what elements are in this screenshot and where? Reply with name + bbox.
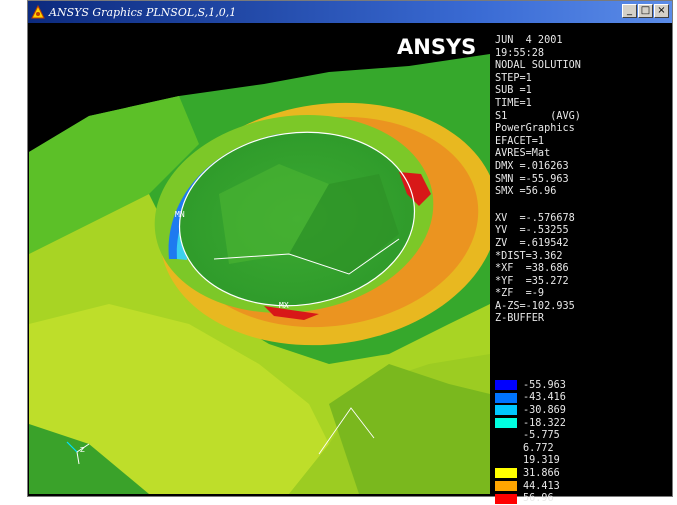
scale-swatch bbox=[495, 392, 517, 403]
scale-row: 44.413 bbox=[495, 480, 670, 493]
scale-value: 19.319 bbox=[523, 455, 560, 467]
scale-value: 6.772 bbox=[523, 442, 554, 454]
view-line: YV =-.53255 bbox=[495, 225, 569, 237]
scale-swatch bbox=[495, 405, 517, 416]
scale-row: 31.866 bbox=[495, 467, 670, 480]
scale-swatch bbox=[495, 418, 517, 429]
scale-value: 31.866 bbox=[523, 467, 560, 479]
info-line: SMX =56.96 bbox=[495, 186, 557, 198]
scale-row: -18.322 bbox=[495, 417, 670, 430]
view-line: *XF =38.686 bbox=[495, 263, 569, 275]
restore-button[interactable]: □ bbox=[638, 4, 653, 18]
scale-row: -30.869 bbox=[495, 404, 670, 417]
scale-row: 6.772 bbox=[495, 442, 670, 455]
view-line: ZV =.619542 bbox=[495, 237, 569, 249]
scale-row: -43.416 bbox=[495, 392, 670, 405]
ansys-graphics-window: ANSYS Graphics PLNSOL,S,1,0,1 _ □ × MN M… bbox=[27, 0, 673, 504]
info-line: JUN 4 2001 bbox=[495, 35, 563, 46]
scale-value: 44.413 bbox=[523, 480, 560, 492]
scale-swatch bbox=[495, 455, 517, 466]
scale-swatch bbox=[495, 443, 517, 454]
info-line: PowerGraphics bbox=[495, 123, 575, 135]
graphics-viewport[interactable]: MN MX Z ANSYS bbox=[29, 24, 490, 494]
scale-swatch bbox=[495, 493, 517, 504]
info-line: STEP=1 bbox=[495, 72, 532, 84]
info-line: 19:55:28 bbox=[495, 47, 545, 59]
ansys-app-icon bbox=[31, 5, 45, 19]
window-controls: _ □ × bbox=[622, 4, 669, 18]
view-line: Z-BUFFER bbox=[495, 313, 545, 325]
info-line: SUB =1 bbox=[495, 85, 532, 97]
scale-value: -30.869 bbox=[523, 404, 566, 416]
scale-row: 19.319 bbox=[495, 455, 670, 468]
view-line: *YF =35.272 bbox=[495, 275, 569, 287]
info-line: NODAL SOLUTION bbox=[495, 60, 581, 72]
scale-row: -5.775 bbox=[495, 429, 670, 442]
minimize-button[interactable]: _ bbox=[622, 4, 637, 18]
scale-swatch bbox=[495, 481, 517, 492]
info-line: DMX =.016263 bbox=[495, 160, 569, 172]
info-line: EFACET=1 bbox=[495, 135, 545, 147]
scale-value: -5.775 bbox=[523, 430, 560, 442]
close-button[interactable]: × bbox=[654, 4, 669, 18]
ansys-logo: ANSYS bbox=[397, 35, 476, 59]
scale-row: 56.96 bbox=[495, 492, 670, 505]
min-marker-label: MN bbox=[175, 210, 185, 219]
svg-text:Z: Z bbox=[80, 446, 85, 454]
view-line: *DIST=3.362 bbox=[495, 250, 563, 262]
view-line: A-ZS=-102.935 bbox=[495, 300, 575, 312]
scale-swatch bbox=[495, 430, 517, 441]
view-line: XV =-.576678 bbox=[495, 212, 575, 224]
scale-row: -55.963 bbox=[495, 379, 670, 392]
info-line: S1 (AVG) bbox=[495, 110, 581, 122]
title-bar[interactable]: ANSYS Graphics PLNSOL,S,1,0,1 _ □ × bbox=[28, 1, 672, 23]
scale-value: -18.322 bbox=[523, 417, 566, 429]
scale-swatch bbox=[495, 380, 517, 391]
info-line: SMN =-55.963 bbox=[495, 173, 569, 185]
scale-swatch bbox=[495, 468, 517, 479]
contour-color-scale: -55.963 -43.416 -30.869 -18.322 -5.775 6.772 1… bbox=[495, 379, 670, 505]
info-line: AVRES=Mat bbox=[495, 148, 551, 160]
view-line: *ZF =-9 bbox=[495, 288, 545, 300]
scale-value: -43.416 bbox=[523, 392, 566, 404]
scale-value: -55.963 bbox=[523, 379, 566, 391]
window-title: ANSYS Graphics PLNSOL,S,1,0,1 bbox=[49, 5, 237, 19]
max-marker-label: MX bbox=[279, 301, 289, 310]
info-line: TIME=1 bbox=[495, 97, 532, 109]
scale-value: 56.96 bbox=[523, 493, 554, 505]
contour-plot: MN MX Z ANSYS bbox=[29, 24, 490, 494]
